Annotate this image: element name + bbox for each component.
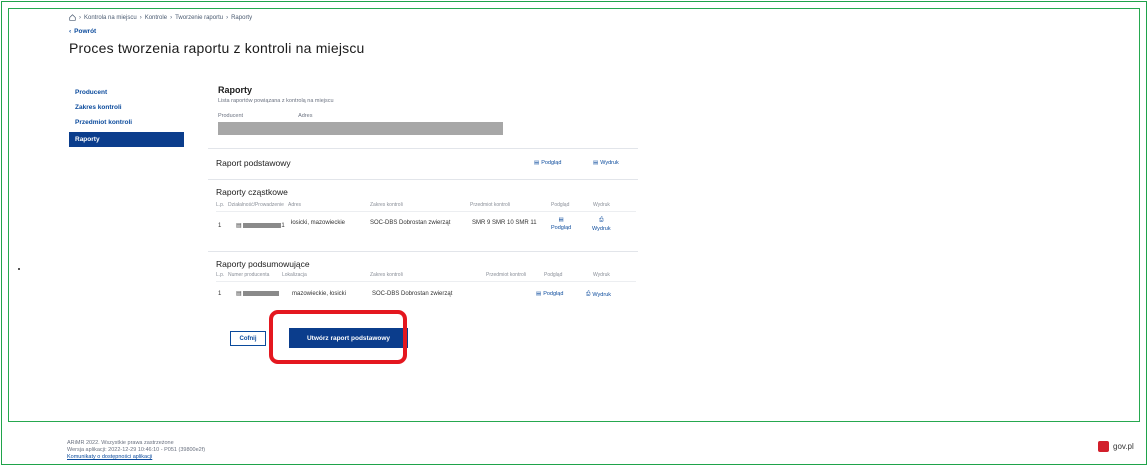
section-title-raporty: Raporty	[218, 85, 253, 95]
stray-dot	[18, 268, 20, 270]
raport-podstawowy-title: Raport podstawowy	[216, 158, 291, 168]
row-preview-link[interactable]: ▤ Podgląd	[536, 291, 563, 297]
home-icon[interactable]	[69, 14, 76, 21]
cell-lp: 1	[218, 291, 222, 297]
document-icon: ▤	[236, 223, 242, 230]
breadcrumb-item-raporty: Raporty	[231, 14, 253, 21]
sidebar-item-raporty[interactable]: Raporty	[69, 132, 184, 147]
cell-print-link[interactable]: ⎙ Wydruk	[592, 217, 611, 232]
cell-dzialalnosc: ▤ 1	[236, 223, 285, 230]
col-header-lokalizacja: Lokalizacja	[282, 272, 307, 278]
sidebar-item-zakres-kontroli[interactable]: Zakres kontroli	[69, 102, 184, 117]
print-icon: ⎙	[599, 217, 604, 223]
page-title: Proces tworzenia raportu z kontroli na m…	[69, 40, 365, 56]
side-navigation: Producent Zakres kontroli Przedmiot kont…	[69, 87, 184, 147]
redacted-producer-number	[243, 291, 280, 296]
col-header-adres: Adres	[288, 202, 302, 208]
col-producent: Producent	[218, 113, 244, 119]
cell-zakres: SOC-DBS Dobrostan zwierząt	[370, 220, 451, 226]
section-raport-podstawowy: Raport podstawowy ▤ Podgląd ▤ Wydruk	[208, 148, 638, 176]
print-icon: ▤	[593, 160, 599, 166]
raport-podstawowy-print-link[interactable]: ▤ Wydruk	[593, 160, 619, 166]
redacted-id	[243, 223, 282, 228]
col-header-dzialalnosc: Działalność/Prowadzenie	[228, 202, 284, 208]
col-header-wydruk: Wydruk	[593, 272, 610, 278]
footer-version: Wersja aplikacji: 2022-12-29 10:46:10 - …	[67, 447, 206, 453]
raporty-czastkowe-title: Raporty cząstkowe	[216, 187, 288, 197]
col-header-przedmiot: Przedmiot kontroli	[486, 272, 527, 278]
col-header-numer-producenta: Numer producenta	[228, 272, 270, 278]
col-adres: Adres	[298, 113, 313, 119]
gov-logo-text: gov.pl	[1113, 442, 1134, 451]
breadcrumb-item-tworzenie[interactable]: Tworzenie raportu	[175, 15, 223, 21]
main-content: Raporty Lista raportów powiązana z kontr…	[218, 85, 638, 135]
cancel-button[interactable]: Cofnij	[230, 331, 266, 346]
preview-icon: ▤	[536, 291, 542, 297]
eagle-emblem-icon	[1098, 441, 1109, 452]
document-icon: ▤	[236, 291, 242, 298]
print-icon: ⎙	[586, 291, 591, 297]
sidebar-item-producent[interactable]: Producent	[69, 87, 184, 102]
col-header-wydruk: Wydruk	[593, 202, 610, 208]
back-label: Powrót	[74, 28, 97, 35]
section-subtitle: Lista raportów powiązana z kontrolą na m…	[218, 98, 334, 104]
raporty-podsumowujace-title: Raporty podsumowujące	[216, 259, 310, 269]
col-header-zakres: Zakres kontroli	[370, 202, 403, 208]
col-header-lp: L.p.	[216, 202, 225, 208]
accessibility-link[interactable]: Komunikaty o dostępności aplikacji	[67, 454, 205, 461]
cell-lp: 1	[218, 223, 222, 229]
breadcrumb: › Kontrola na miejscu › Kontrole › Tworz…	[69, 14, 252, 21]
breadcrumb-item-kontrola[interactable]: Kontrola na miejscu	[84, 15, 137, 21]
footer: ARiMR 2022. Wszystkie prawa zastrzeżone …	[67, 440, 205, 461]
cell-adres: łosicki, mazowieckie	[291, 220, 346, 226]
cell-lokalizacja: mazowieckie, łosicki	[292, 291, 347, 297]
producer-header: Producent Adres	[218, 113, 638, 119]
gov-logo[interactable]: gov.pl	[1098, 441, 1134, 452]
section-raporty-podsumowujace: Raporty podsumowujące L.p. Numer produce…	[208, 251, 638, 311]
row-print-link[interactable]: ⎙ Wydruk	[586, 291, 611, 298]
footer-copyright: ARiMR 2022. Wszystkie prawa zastrzeżone	[67, 440, 174, 446]
col-header-lp: L.p.	[216, 272, 225, 278]
sidebar-item-przedmiot-kontroli[interactable]: Przedmiot kontroli	[69, 117, 184, 132]
cell-przedmiot: SMR 9 SMR 10 SMR 11	[472, 220, 537, 226]
col-header-zakres: Zakres kontroli	[370, 272, 403, 278]
preview-icon: ▤	[558, 217, 564, 223]
cell-preview-link[interactable]: ▤ Podgląd	[551, 217, 571, 231]
cell-zakres: SOC-DBS Dobrostan zwierząt	[372, 291, 453, 297]
col-header-przedmiot: Przedmiot kontroli	[470, 202, 511, 208]
col-header-podglad: Podgląd	[551, 202, 570, 208]
section-raporty-czastkowe: Raporty cząstkowe L.p. Działalność/Prowa…	[208, 179, 638, 249]
col-header-podglad: Podgląd	[544, 272, 563, 278]
cell-numer-producenta: ▤	[236, 291, 280, 298]
highlight-annotation	[269, 310, 407, 364]
breadcrumb-item-kontrole[interactable]: Kontrole	[145, 15, 167, 21]
row-divider	[216, 211, 636, 212]
chevron-left-icon: ‹	[69, 28, 72, 35]
raport-podstawowy-preview-link[interactable]: ▤ Podgląd	[534, 160, 561, 166]
redacted-producer-info	[218, 122, 503, 135]
row-divider	[216, 281, 636, 282]
preview-icon: ▤	[534, 160, 540, 166]
back-link[interactable]: ‹ Powrót	[69, 28, 96, 35]
